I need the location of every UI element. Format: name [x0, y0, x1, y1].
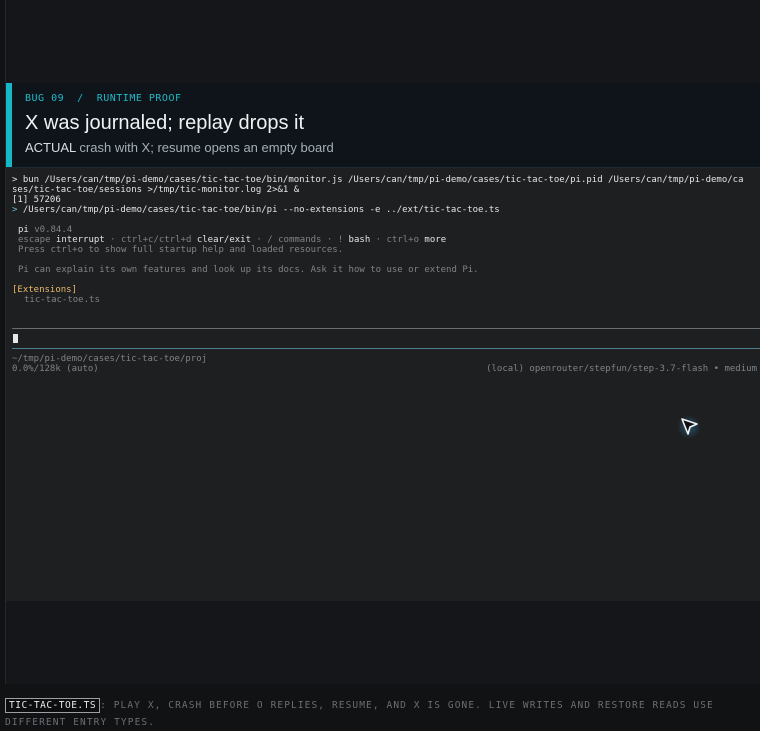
command-line-1-wrap: ses/tic-tac-toe/sessions >/tmp/tic-monit…: [12, 185, 300, 195]
command-text: bun /Users/can/tmp/pi-demo/cases/tic-tac…: [17, 175, 744, 185]
keybinding-help-line: escape interrupt · ctrl+c/ctrl+d clear/e…: [18, 235, 446, 245]
pi-version-line: pi v0.84.4: [18, 225, 72, 235]
startup-hint: Press ctrl+o to show full startup help a…: [18, 245, 344, 255]
key-ctrl-c: · ctrl+c/ctrl+d: [104, 235, 192, 245]
key-escape: escape: [18, 235, 51, 245]
command-text: /Users/can/tmp/pi-demo/cases/tic-tac-toe…: [17, 205, 500, 215]
action-clear: clear/exit: [191, 235, 252, 245]
input-top-divider: [12, 328, 760, 329]
terminal-window[interactable]: > bun /Users/can/tmp/pi-demo/cases/tic-t…: [6, 168, 760, 601]
key-commands: · / commands · !: [251, 235, 344, 245]
subtitle-label: ACTUAL: [25, 140, 76, 155]
action-interrupt: interrupt: [50, 235, 105, 245]
banner-kicker: BUG 09 / RUNTIME PROOF: [25, 93, 182, 104]
bug-banner: BUG 09 / RUNTIME PROOF X was journaled; …: [6, 83, 760, 168]
action-bash: bash: [343, 235, 371, 245]
context-usage: 0.0%/128k (auto): [12, 364, 99, 374]
command-line-1: > bun /Users/can/tmp/pi-demo/cases/tic-t…: [12, 175, 744, 185]
pi-name: pi: [18, 225, 29, 235]
explain-hint: Pi can explain its own features and look…: [18, 265, 479, 275]
job-id-line: [1] 57206: [12, 195, 61, 205]
caption-text: : PLAY X, CRASH BEFORE O REPLIES, RESUME…: [5, 700, 714, 728]
action-more: more: [419, 235, 447, 245]
text-cursor[interactable]: [13, 334, 18, 343]
model-info: (local) openrouter/stepfun/step-3.7-flas…: [486, 364, 757, 374]
banner-subtitle: ACTUAL crash with X; resume opens an emp…: [25, 140, 334, 155]
footer-caption: TIC-TAC-TOE.TS: PLAY X, CRASH BEFORE O R…: [5, 697, 760, 731]
command-line-2: > /Users/can/tmp/pi-demo/cases/tic-tac-t…: [12, 205, 500, 215]
mouse-pointer-icon: [678, 415, 701, 439]
extension-item: tic-tac-toe.ts: [24, 295, 100, 305]
subtitle-text: crash with X; resume opens an empty boar…: [75, 140, 334, 155]
file-badge: TIC-TAC-TOE.TS: [5, 698, 101, 713]
cwd-path: ~/tmp/pi-demo/cases/tic-tac-toe/proj: [12, 354, 208, 364]
extensions-header: [Extensions]: [12, 285, 78, 295]
banner-title: X was journaled; replay drops it: [25, 112, 305, 134]
key-ctrl-o: · ctrl+o: [370, 235, 420, 245]
input-bottom-divider: [12, 348, 760, 349]
banner-accent-bar: [6, 83, 12, 167]
pi-version: v0.84.4: [28, 225, 73, 235]
